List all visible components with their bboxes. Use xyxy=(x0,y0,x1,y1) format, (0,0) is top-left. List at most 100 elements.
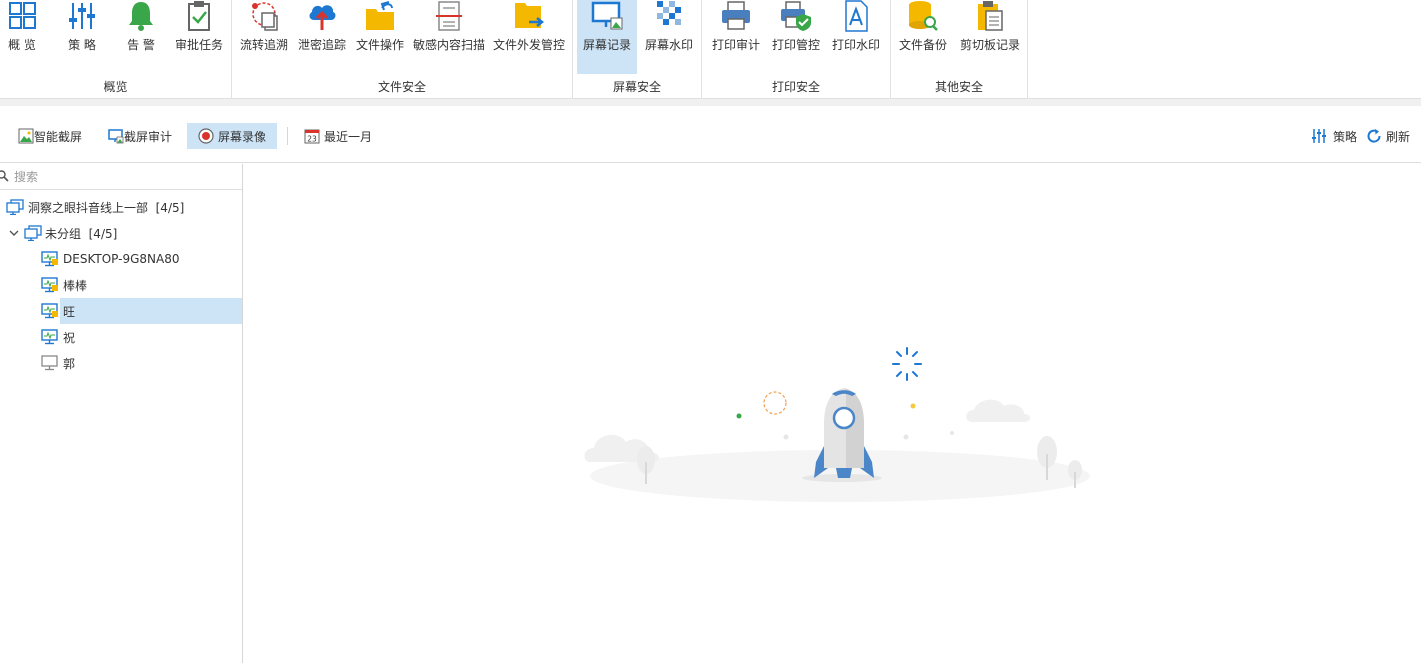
toolbar-divider xyxy=(287,127,288,145)
chevron-down-icon[interactable] xyxy=(9,228,19,238)
tree-item-label: 旺 xyxy=(63,304,76,319)
refresh-icon xyxy=(1367,129,1381,143)
ribbon-group-screen-security: 屏幕记录 屏幕水印 屏幕安全 xyxy=(573,0,702,98)
clipboard-record-icon xyxy=(978,1,1003,31)
approval-task-button[interactable]: 审批任务 xyxy=(172,0,226,74)
leak-track-button[interactable]: 泄密追踪 xyxy=(296,0,348,74)
strategy-button[interactable]: 策 略 xyxy=(60,0,104,74)
tree-item-label: DESKTOP-9G8NA80 xyxy=(63,252,180,266)
sensitive-scan-icon xyxy=(436,1,462,31)
file-operation-folder-icon xyxy=(366,1,394,30)
ribbon-group-label-other-security: 其他安全 xyxy=(934,80,983,94)
ribbon-group-other-security: 文件备份 剪切板记录 其他安全 xyxy=(891,0,1028,98)
leak-track-label: 泄密追踪 xyxy=(297,38,346,52)
approval-task-label: 审批任务 xyxy=(174,38,223,52)
tree-item-device-selected[interactable]: 旺 xyxy=(60,298,242,324)
screen-watermark-button[interactable]: 屏幕水印 xyxy=(639,0,699,74)
tree-item-label: 郭 xyxy=(63,356,76,371)
sliders-icon xyxy=(1312,129,1326,143)
print-audit-label: 打印审计 xyxy=(711,38,760,52)
ribbon-group-file-security: 流转追溯 泄密追踪 文件操作 敏感内容扫描 文件外发管控 文件安全 xyxy=(232,0,573,98)
ribbon-group-overview: 概 览 策 略 告 警 审批任务 概览 xyxy=(0,0,232,98)
computer-group-icon xyxy=(6,199,24,215)
search-icon xyxy=(0,170,9,182)
strategy-label: 策 略 xyxy=(68,38,96,52)
tree-item-device[interactable]: 棒棒 xyxy=(0,272,242,298)
approval-clipboard-icon xyxy=(188,1,210,31)
device-tree-panel: 洞察之眼抖音线上一部 [4/5] 未分组 [4/5] DESKTOP-9G8NA… xyxy=(0,164,243,663)
screen-capture-icon xyxy=(108,129,124,144)
file-backup-label: 文件备份 xyxy=(898,38,947,52)
overview-label: 概 览 xyxy=(8,38,36,52)
file-operation-label: 文件操作 xyxy=(355,38,404,52)
print-control-button[interactable]: 打印管控 xyxy=(768,0,824,74)
screen-record-toolbar: 智能截屏 截屏审计 屏幕录像 23 最近一月 策略 刷新 xyxy=(0,106,1421,163)
tree-item-label: 未分组 [4/5] xyxy=(45,226,118,241)
screen-record-label: 屏幕记录 xyxy=(582,38,631,52)
screen-watermark-icon xyxy=(657,1,681,25)
empty-state-rocket-illustration xyxy=(584,347,1090,502)
tree-item-ungrouped[interactable]: 未分组 [4/5] xyxy=(0,220,242,246)
online-computer-icon xyxy=(41,277,58,293)
tree-item-label: 洞察之眼抖音线上一部 [4/5] xyxy=(28,200,185,215)
overview-grid-icon xyxy=(9,2,36,29)
record-icon xyxy=(198,128,214,144)
calendar-icon: 23 xyxy=(304,129,320,144)
file-backup-button[interactable]: 文件备份 xyxy=(895,0,951,74)
ribbon-toolbar: 概 览 策 略 告 警 审批任务 概览 流转追溯 泄密追踪 文件操作 敏感内容扫… xyxy=(0,0,1421,98)
print-audit-icon xyxy=(722,1,750,30)
sensitive-scan-button[interactable]: 敏感内容扫描 xyxy=(412,0,486,74)
alarm-bell-icon xyxy=(129,2,153,31)
capture-audit-button[interactable]: 截屏审计 xyxy=(106,123,180,149)
clipboard-record-label: 剪切板记录 xyxy=(959,38,1020,52)
flow-trace-label: 流转追溯 xyxy=(239,38,288,52)
offline-computer-icon xyxy=(41,355,58,371)
file-outgoing-folder-icon xyxy=(515,3,545,28)
tree-item-device[interactable]: 祝 xyxy=(0,324,242,350)
tree-item-root-group[interactable]: 洞察之眼抖音线上一部 [4/5] xyxy=(0,194,242,220)
print-audit-button[interactable]: 打印审计 xyxy=(708,0,764,74)
clipboard-record-button[interactable]: 剪切板记录 xyxy=(957,0,1023,74)
sensitive-scan-label: 敏感内容扫描 xyxy=(412,38,485,52)
overview-button[interactable]: 概 览 xyxy=(0,0,44,74)
print-control-icon xyxy=(781,1,811,31)
calendar-day: 23 xyxy=(307,135,317,144)
screen-video-label: 屏幕录像 xyxy=(218,129,267,144)
refresh-button[interactable]: 刷新 xyxy=(1346,123,1418,149)
capture-audit-label: 截屏审计 xyxy=(124,129,173,144)
print-control-label: 打印管控 xyxy=(771,38,820,52)
online-computer-icon xyxy=(41,329,58,345)
tree-item-label: 祝 xyxy=(63,330,76,345)
flow-trace-button[interactable]: 流转追溯 xyxy=(238,0,290,74)
screen-record-button[interactable]: 屏幕记录 xyxy=(577,0,637,74)
ribbon-group-label-print-security: 打印安全 xyxy=(771,80,820,94)
leak-track-cloud-icon xyxy=(309,5,336,30)
smart-capture-label: 智能截屏 xyxy=(34,129,83,144)
tree-item-label: 棒棒 xyxy=(63,278,88,293)
screen-video-button[interactable]: 屏幕录像 xyxy=(187,123,277,149)
screen-watermark-label: 屏幕水印 xyxy=(644,38,693,52)
print-watermark-button[interactable]: 打印水印 xyxy=(828,0,884,74)
alarm-label: 告 警 xyxy=(127,38,155,52)
computer-group-icon xyxy=(24,225,42,241)
flow-trace-icon xyxy=(252,2,278,31)
tree-item-device[interactable]: DESKTOP-9G8NA80 xyxy=(0,246,242,272)
file-outgoing-button[interactable]: 文件外发管控 xyxy=(490,0,568,74)
alarm-button[interactable]: 告 警 xyxy=(119,0,163,74)
online-computer-icon xyxy=(41,303,58,319)
date-range-label: 最近一月 xyxy=(324,129,373,144)
ribbon-group-label-screen-security: 屏幕安全 xyxy=(612,80,661,94)
smart-capture-button[interactable]: 智能截屏 xyxy=(16,123,90,149)
print-watermark-icon xyxy=(845,0,868,32)
file-operation-button[interactable]: 文件操作 xyxy=(354,0,406,74)
search-box xyxy=(0,164,242,190)
tree-item-device-offline[interactable]: 郭 xyxy=(0,350,242,376)
search-input[interactable] xyxy=(14,168,234,186)
date-range-selector[interactable]: 23 最近一月 xyxy=(302,123,380,149)
online-computer-icon xyxy=(41,251,58,267)
refresh-label: 刷新 xyxy=(1386,129,1411,144)
file-backup-icon xyxy=(909,1,938,31)
image-icon xyxy=(18,128,34,144)
screen-record-icon xyxy=(591,1,623,30)
file-outgoing-label: 文件外发管控 xyxy=(492,38,565,52)
